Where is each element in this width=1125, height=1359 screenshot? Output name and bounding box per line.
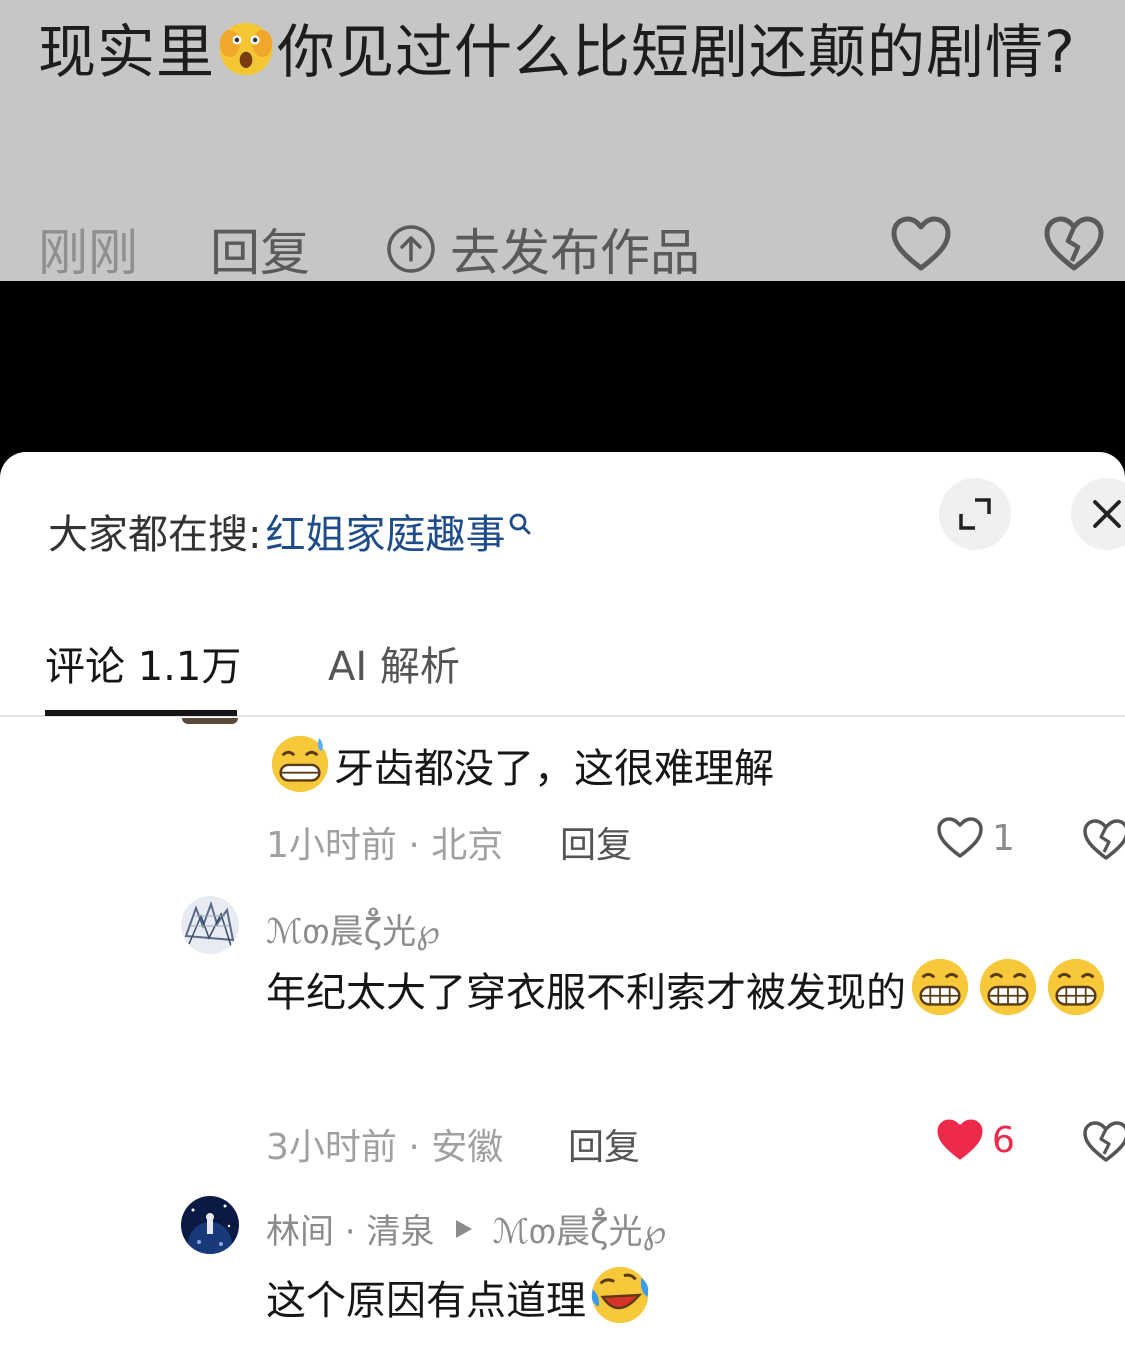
like-button[interactable]: 1 — [936, 816, 1015, 860]
search-icon — [510, 513, 531, 535]
face-with-hand-over-mouth-icon — [219, 22, 273, 76]
comment-text-body: 这个原因有点道理 — [266, 1278, 586, 1324]
comment-time: 1小时前 · 北京 — [266, 825, 504, 866]
publish-button[interactable]: 去发布作品 — [386, 213, 700, 281]
comment-sheet: 大家都在搜: 红姐家庭趣事 评论 1.1万 AI 解析 牙齿都没了，这很难理解 … — [0, 452, 1125, 1359]
trending-search[interactable]: 大家都在搜: 红姐家庭趣事 — [48, 502, 533, 560]
search-term-link[interactable]: 红姐家庭趣事 — [265, 502, 505, 560]
publish-label: 去发布作品 — [450, 224, 700, 281]
grinning-face-icon — [911, 958, 969, 1016]
post-reply-button[interactable]: 回复 — [210, 213, 310, 281]
tab-comments[interactable]: 评论 1.1万 — [45, 634, 241, 692]
reply-button[interactable]: 回复 — [568, 1118, 640, 1170]
avatar-image — [181, 1196, 239, 1254]
avatar[interactable] — [181, 1196, 239, 1254]
like-count: 6 — [992, 1119, 1015, 1161]
broken-heart-icon[interactable] — [1082, 818, 1125, 862]
heart-icon — [937, 817, 983, 858]
broken-heart-icon[interactable] — [1043, 215, 1105, 273]
reply-arrow-icon — [456, 1219, 473, 1238]
avatar-image — [181, 896, 239, 954]
comment-author-line: 林间 · 清泉 ℳთ晨ζ̊̈光℘ — [266, 1204, 666, 1253]
post-title-part1: 现实里 — [38, 18, 216, 86]
comment-text: 这个原因有点道理 — [266, 1264, 1111, 1337]
close-button[interactable] — [1071, 478, 1125, 550]
grinning-sweat-icon — [271, 735, 329, 793]
grinning-face-icon — [979, 958, 1037, 1016]
comment-author[interactable]: 林间 · 清泉 — [266, 1204, 434, 1253]
comment-text: 牙齿都没了，这很难理解 — [266, 732, 1111, 805]
post-title-part2: 你见过什么比短剧还颠的剧情? — [277, 18, 1076, 86]
post-time: 刚刚 — [38, 224, 138, 281]
comment-text-body: 牙齿都没了，这很难理解 — [334, 746, 774, 792]
comment-time: 3小时前 · 安徽 — [266, 1127, 504, 1168]
comment-meta: 1小时前 · 北京 回复 1 — [266, 816, 1125, 866]
avatar[interactable] — [181, 896, 239, 954]
comment-meta: 3小时前 · 安徽 回复 6 — [266, 1118, 1125, 1168]
tab-ai-analysis[interactable]: AI 解析 — [328, 634, 460, 692]
active-tab-indicator — [45, 710, 237, 716]
expand-button[interactable] — [939, 478, 1011, 550]
heart-icon[interactable] — [890, 215, 952, 273]
laughing-crying-icon — [591, 1266, 649, 1324]
close-icon — [1093, 500, 1121, 528]
reply-button[interactable]: 回复 — [560, 816, 632, 868]
comment-text-body: 年纪太大了穿衣服不利索才被发现的 — [266, 970, 906, 1016]
reply-to-author[interactable]: ℳთ晨ζ̊̈光℘ — [492, 1204, 666, 1253]
broken-heart-icon[interactable] — [1082, 1120, 1125, 1164]
like-count: 1 — [992, 817, 1015, 859]
tab-bar: 评论 1.1万 AI 解析 — [0, 622, 1125, 717]
upload-circle-icon — [387, 225, 435, 273]
grinning-face-icon — [1047, 958, 1105, 1016]
search-prefix: 大家都在搜: — [48, 512, 262, 558]
avatar — [182, 718, 238, 724]
comment-text: 年纪太大了穿衣服不利索才被发现的 — [266, 956, 1111, 1029]
like-button[interactable]: 6 — [936, 1118, 1015, 1162]
post-title: 现实里 你见过什么比短剧还颠的剧情? — [38, 2, 1108, 102]
heart-filled-icon — [937, 1119, 983, 1160]
dimmed-post-background: 现实里 你见过什么比短剧还颠的剧情? 刚刚 回复 去发布作品 — [0, 0, 1125, 281]
comment-author[interactable]: ℳთ晨ζ̊̈光℘ — [266, 904, 440, 953]
expand-icon — [959, 498, 991, 530]
post-meta-row: 刚刚 回复 去发布作品 — [0, 205, 1125, 281]
